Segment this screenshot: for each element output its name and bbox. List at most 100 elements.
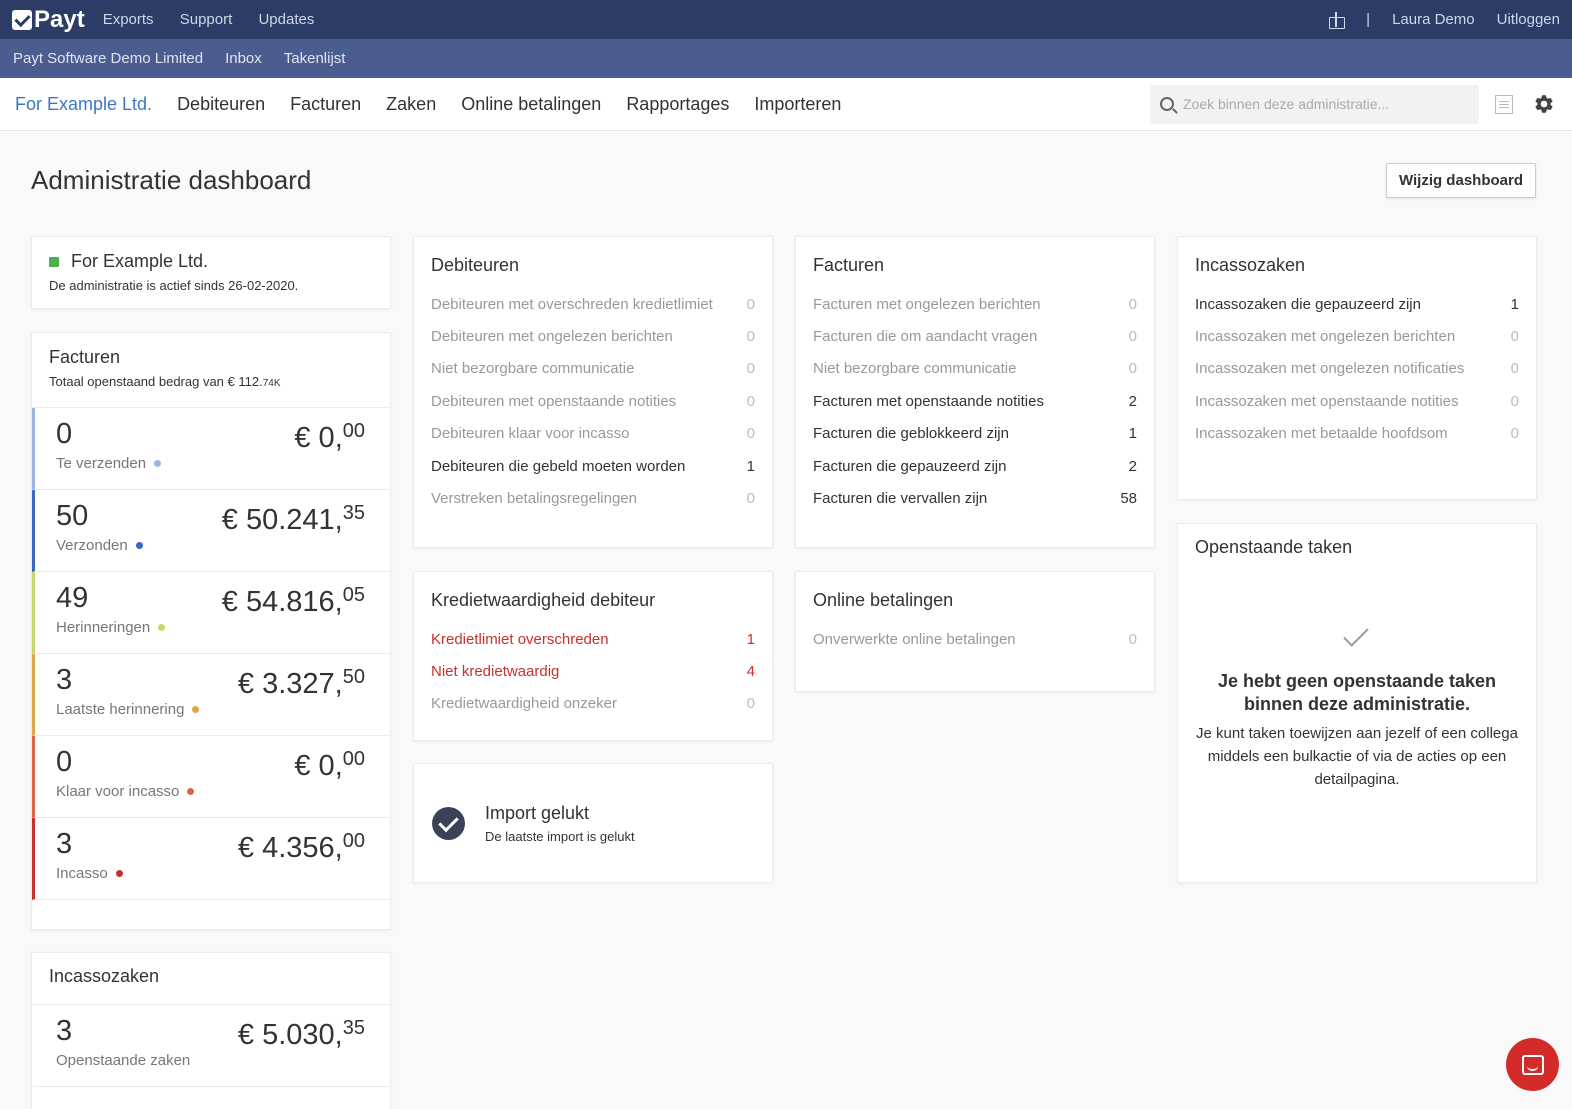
invoice-stat[interactable]: 0 € 0,00 Klaar voor incasso [32,736,390,818]
main-nav-import[interactable]: Importeren [754,94,841,115]
main-nav-reports[interactable]: Rapportages [626,94,729,115]
list-item-label: Niet kredietwaardig [431,663,560,681]
sub-nav-organisation[interactable]: Payt Software Demo Limited [13,50,203,67]
list-item-count: 0 [746,425,755,443]
invoice-stat[interactable]: 50 € 50.241,35 Verzonden [32,490,390,572]
list-item-label: Facturen met ongelezen berichten [813,295,1041,313]
logout-link[interactable]: Uitloggen [1497,11,1560,28]
list-item[interactable]: Niet kredietwaardig 4 [431,655,755,687]
list-item[interactable]: Facturen met openstaande notities 2 [813,385,1137,417]
top-bar: Payt Exports Support Updates | Laura Dem… [0,0,1572,39]
list-item[interactable]: Facturen die vervallen zijn 58 [813,482,1137,514]
list-item-count: 0 [1510,328,1519,346]
list-item-count: 0 [746,328,755,346]
main-nav-cases[interactable]: Zaken [386,94,436,115]
debtors-card: Debiteuren Debiteuren met overschreden k… [413,236,773,548]
stat-amount: € 4.356,00 [237,830,365,864]
stat-amount: € 0,00 [294,748,365,782]
open-tasks-title: Openstaande taken [1195,537,1353,557]
list-item[interactable]: Facturen die gepauzeerd zijn 2 [813,450,1137,482]
search-input[interactable] [1183,96,1463,112]
creditworthiness-card: Kredietwaardigheid debiteur Kredietlimie… [413,571,773,741]
stat-label: Herinneringen [56,619,368,636]
list-item[interactable]: Niet bezorgbare communicatie 0 [813,353,1137,385]
user-name-link[interactable]: Laura Demo [1392,11,1475,28]
list-item-label: Verstreken betalingsregelingen [431,490,637,508]
sub-bar: Payt Software Demo Limited Inbox Takenli… [0,39,1572,78]
list-item[interactable]: Incassozaken met ongelezen berichten 0 [1195,320,1519,352]
list-item-label: Incassozaken met openstaande notities [1195,392,1459,410]
open-tasks-message: Je hebt geen openstaande taken binnen de… [1217,671,1497,714]
online-payments-card: Online betalingen Onverwerkte online bet… [795,571,1155,692]
main-nav-administration[interactable]: For Example Ltd. [15,94,152,115]
list-item[interactable]: Onverwerkte online betalingen 0 [813,623,1137,655]
list-item-label: Debiteuren die gebeld moeten worden [431,457,686,475]
list-item[interactable]: Debiteuren met openstaande notities 0 [431,385,755,417]
list-item-count: 4 [746,663,755,681]
search-icon [1160,97,1174,111]
online-payments-title: Online betalingen [813,590,954,610]
list-item-label: Incassozaken met betaalde hoofdsom [1195,425,1448,443]
invoice-stat[interactable]: 3 € 4.356,00 Incasso [32,818,390,900]
list-item[interactable]: Incassozaken met betaalde hoofdsom 0 [1195,418,1519,450]
logo-check-icon [12,9,32,30]
stat-amount: € 0,00 [294,420,365,454]
top-bar-separator: | [1366,11,1371,28]
import-status-card: Import gelukt De laatste import is geluk… [413,763,773,883]
collection-cases-title: Incassozaken [1195,255,1306,275]
list-item-count: 2 [1128,392,1137,410]
chat-button[interactable] [1506,1038,1559,1091]
check-icon [1342,628,1372,650]
list-item[interactable]: Facturen die geblokkeerd zijn 1 [813,418,1137,450]
top-nav-exports[interactable]: Exports [103,11,154,28]
list-item-count: 1 [746,630,755,648]
top-nav-updates[interactable]: Updates [258,11,314,28]
collection-stat[interactable]: 3 € 5.030,35 Openstaande zaken [32,1005,390,1087]
gift-icon[interactable] [1328,12,1346,29]
invoice-stat[interactable]: 49 € 54.816,05 Herinneringen [32,572,390,654]
list-item[interactable]: Debiteuren die gebeld moeten worden 1 [431,450,755,482]
check-circle-icon [432,806,465,840]
list-item-label: Facturen die om aandacht vragen [813,328,1038,346]
main-nav-invoices[interactable]: Facturen [290,94,361,115]
invoice-stat[interactable]: 3 € 3.327,50 Laatste herinnering [32,654,390,736]
list-item[interactable]: Incassozaken met openstaande notities 0 [1195,385,1519,417]
list-item-label: Incassozaken met ongelezen notificaties [1195,360,1465,378]
status-dot [49,256,59,267]
invoice-stat[interactable]: 0 € 0,00 Te verzenden [32,408,390,490]
payt-logo[interactable]: Payt [12,6,85,34]
list-item[interactable]: Kredietlimiet overschreden 1 [431,623,755,655]
stat-color-dot [192,706,200,713]
list-item[interactable]: Incassozaken die gepauzeerd zijn 1 [1195,288,1519,320]
list-item-count: 0 [746,490,755,508]
sub-nav-inbox[interactable]: Inbox [225,50,262,67]
list-item-label: Facturen met openstaande notities [813,392,1044,410]
list-item[interactable]: Facturen met ongelezen berichten 0 [813,288,1137,320]
gear-icon[interactable] [1533,93,1555,115]
list-item[interactable]: Debiteuren met ongelezen berichten 0 [431,320,755,352]
list-item[interactable]: Kredietwaardigheid onzeker 0 [431,688,755,720]
collection-summary-title: Incassozaken [49,966,160,986]
list-item-count: 0 [1510,425,1519,443]
notes-icon[interactable] [1495,94,1513,114]
company-name[interactable]: For Example Ltd. [71,251,208,272]
stat-color-dot [187,788,195,795]
list-item[interactable]: Facturen die om aandacht vragen 0 [813,320,1137,352]
sub-nav-tasklist[interactable]: Takenlijst [284,50,346,67]
list-item-count: 0 [1128,630,1137,648]
list-item-label: Kredietlimiet overschreden [431,630,609,648]
list-item[interactable]: Debiteuren klaar voor incasso 0 [431,418,755,450]
main-nav-online-payments[interactable]: Online betalingen [461,94,601,115]
list-item[interactable]: Niet bezorgbare communicatie 0 [431,353,755,385]
list-item[interactable]: Debiteuren met overschreden kredietlimie… [431,288,755,320]
stat-amount: € 54.816,05 [221,584,365,618]
stat-label: Klaar voor incasso [56,783,368,800]
main-nav-debtors[interactable]: Debiteuren [177,94,265,115]
list-item[interactable]: Verstreken betalingsregelingen 0 [431,482,755,514]
list-item[interactable]: Incassozaken met ongelezen notificaties 0 [1195,353,1519,385]
list-item-label: Facturen die geblokkeerd zijn [813,425,1009,443]
title-row: Administratie dashboard Wijzig dashboard [31,163,1536,198]
invoices-summary-title: Facturen [49,347,121,367]
edit-dashboard-button[interactable]: Wijzig dashboard [1385,163,1536,198]
top-nav-support[interactable]: Support [180,11,233,28]
